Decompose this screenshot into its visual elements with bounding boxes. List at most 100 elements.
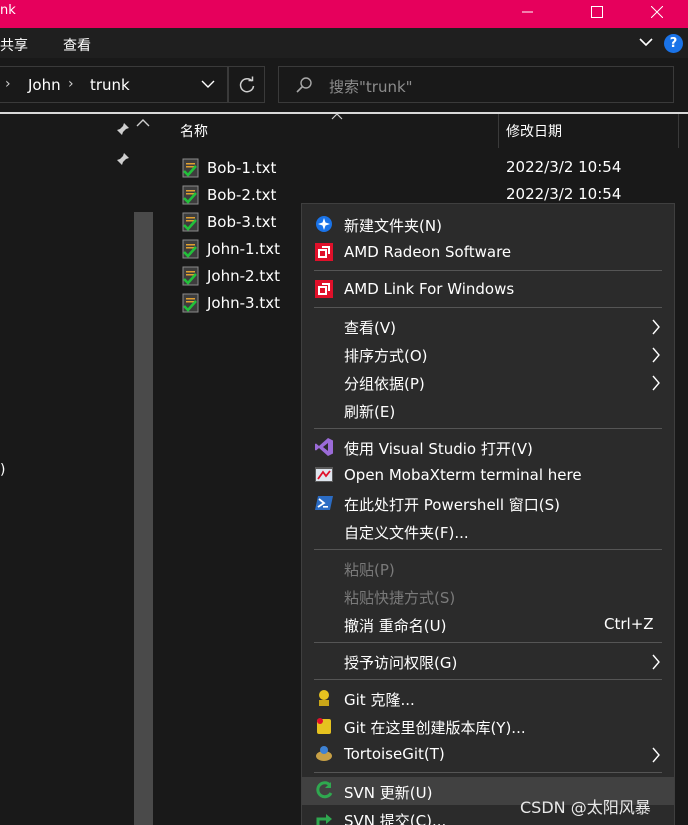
menu-item-open-mobaxterm[interactable]: Open MobaXterm terminal here — [302, 461, 674, 489]
file-name: Bob-1.txt — [207, 159, 277, 177]
git-clone-icon — [314, 688, 334, 708]
menu-item-amd-link[interactable]: AMD Link For Windows — [302, 275, 674, 303]
chevron-right-icon — [652, 375, 660, 391]
svn-file-icon — [182, 212, 199, 232]
svn-commit-icon — [314, 809, 334, 825]
minimize-icon — [522, 11, 533, 13]
menu-item-label: TortoiseGit(T) — [344, 745, 445, 763]
menu-item-sort-by[interactable]: 排序方式(O) — [302, 340, 674, 368]
scroll-up-icon[interactable] — [136, 118, 150, 128]
menu-item-paste-shortcut: 粘贴快捷方式(S) — [302, 582, 674, 610]
menu-item-label: 排序方式(O) — [344, 347, 428, 365]
file-date: 2022/3/2 10:54 — [506, 158, 622, 176]
chevron-right-icon — [652, 319, 660, 335]
window-title: nk — [0, 3, 16, 18]
menu-item-git-clone[interactable]: Git 克隆... — [302, 684, 674, 712]
menu-item-label: 刷新(E) — [344, 403, 396, 421]
minimize-button[interactable] — [505, 0, 551, 24]
file-name: John-2.txt — [207, 267, 280, 285]
ribbon: 共享 查看 — [0, 28, 688, 58]
menu-item-label: 查看(V) — [344, 319, 396, 337]
menu-separator — [314, 549, 662, 550]
list-item[interactable]: Bob-1.txt — [181, 156, 276, 180]
search-box[interactable]: 搜索"trunk" — [278, 66, 674, 103]
menu-item-customize-folder[interactable]: 自定义文件夹(F)... — [302, 517, 674, 545]
visual-studio-icon — [314, 437, 334, 457]
address-bar[interactable]: › John › trunk — [0, 66, 228, 103]
menu-item-label: 分组依据(P) — [344, 375, 425, 393]
amd-icon — [314, 279, 334, 299]
menu-item-label: 在此处打开 Powershell 窗口(S) — [344, 496, 560, 514]
column-divider[interactable] — [678, 114, 679, 148]
menu-item-amd-radeon-software[interactable]: AMD Radeon Software — [302, 238, 674, 266]
breadcrumb-trunk[interactable]: trunk — [90, 76, 130, 94]
file-name: John-3.txt — [207, 294, 280, 312]
menu-item-label: Git 克隆... — [344, 691, 415, 709]
close-button[interactable] — [634, 0, 680, 24]
pin-icon[interactable] — [116, 122, 130, 136]
context-menu: 新建文件夹(N) AMD Radeon Software AMD Link For … — [301, 203, 675, 825]
menu-item-label: Open MobaXterm terminal here — [344, 466, 582, 484]
menu-item-undo-rename[interactable]: 撤消 重命名(U) Ctrl+Z — [302, 610, 674, 638]
menu-item-label: 授予访问权限(G) — [344, 654, 458, 672]
title-bar: nk — [0, 0, 688, 28]
column-header-modified[interactable]: 修改日期 — [506, 121, 562, 141]
chevron-down-icon[interactable] — [638, 36, 654, 48]
search-placeholder: 搜索"trunk" — [329, 78, 413, 96]
refresh-icon — [239, 76, 254, 92]
chevron-down-icon[interactable] — [201, 79, 215, 89]
column-header-name[interactable]: 名称 — [180, 121, 208, 141]
menu-separator — [314, 772, 662, 773]
menu-item-label: 粘贴快捷方式(S) — [344, 589, 456, 607]
menu-item-tortoisegit[interactable]: TortoiseGit(T) — [302, 740, 674, 768]
menu-item-open-powershell[interactable]: 在此处打开 Powershell 窗口(S) — [302, 489, 674, 517]
nav-item-fragment[interactable]: ) — [0, 462, 5, 478]
svn-file-icon — [182, 239, 199, 259]
menu-item-label: AMD Radeon Software — [344, 243, 512, 261]
chevron-right-icon — [652, 654, 660, 670]
list-item[interactable]: John-3.txt — [181, 291, 280, 315]
menu-item-git-create-repo[interactable]: Git 在这里创建版本库(Y)... — [302, 712, 674, 740]
maximize-button[interactable] — [574, 0, 620, 24]
svn-file-icon — [182, 185, 199, 205]
menu-item-label: SVN 提交(C)... — [344, 812, 447, 825]
tab-share[interactable]: 共享 — [0, 35, 28, 55]
menu-item-shortcut: Ctrl+Z — [604, 615, 654, 633]
menu-item-new-folder[interactable]: 新建文件夹(N) — [302, 210, 674, 238]
chevron-right-icon — [652, 347, 660, 363]
list-item[interactable]: John-1.txt — [181, 237, 280, 261]
menu-item-paste: 粘贴(P) — [302, 554, 674, 582]
menu-item-group-by[interactable]: 分组依据(P) — [302, 368, 674, 396]
menu-item-give-access[interactable]: 授予访问权限(G) — [302, 647, 674, 675]
list-item[interactable]: Bob-3.txt — [181, 210, 276, 234]
svn-update-icon — [314, 781, 334, 801]
svn-file-icon — [182, 266, 199, 286]
tab-view[interactable]: 查看 — [63, 35, 91, 55]
amd-icon — [314, 242, 334, 262]
maximize-icon — [591, 6, 603, 18]
column-divider[interactable] — [498, 114, 499, 148]
menu-item-refresh[interactable]: 刷新(E) — [302, 396, 674, 424]
menu-item-open-visual-studio[interactable]: 使用 Visual Studio 打开(V) — [302, 433, 674, 461]
list-item[interactable]: John-2.txt — [181, 264, 280, 288]
menu-separator — [314, 679, 662, 680]
breadcrumb-john[interactable]: John — [28, 76, 61, 94]
watermark: CSDN @太阳风暴 — [520, 798, 651, 817]
menu-item-label: Git 在这里创建版本库(Y)... — [344, 719, 526, 737]
scrollbar[interactable] — [134, 212, 153, 825]
file-name: Bob-3.txt — [207, 213, 277, 231]
svn-file-icon — [182, 293, 199, 313]
list-item[interactable]: Bob-2.txt — [181, 183, 276, 207]
breadcrumb-separator-icon: › — [5, 76, 11, 92]
pin-icon[interactable] — [116, 152, 130, 166]
refresh-button[interactable] — [228, 66, 265, 103]
file-name: John-1.txt — [207, 240, 280, 258]
sort-ascending-icon — [331, 113, 343, 120]
file-name: Bob-2.txt — [207, 186, 277, 204]
menu-item-view[interactable]: 查看(V) — [302, 312, 674, 340]
breadcrumb-separator-icon: › — [68, 76, 74, 92]
menu-item-label: 粘贴(P) — [344, 561, 395, 579]
help-button[interactable]: ? — [664, 34, 683, 53]
menu-item-label: 新建文件夹(N) — [344, 217, 442, 235]
git-init-icon — [314, 716, 334, 736]
